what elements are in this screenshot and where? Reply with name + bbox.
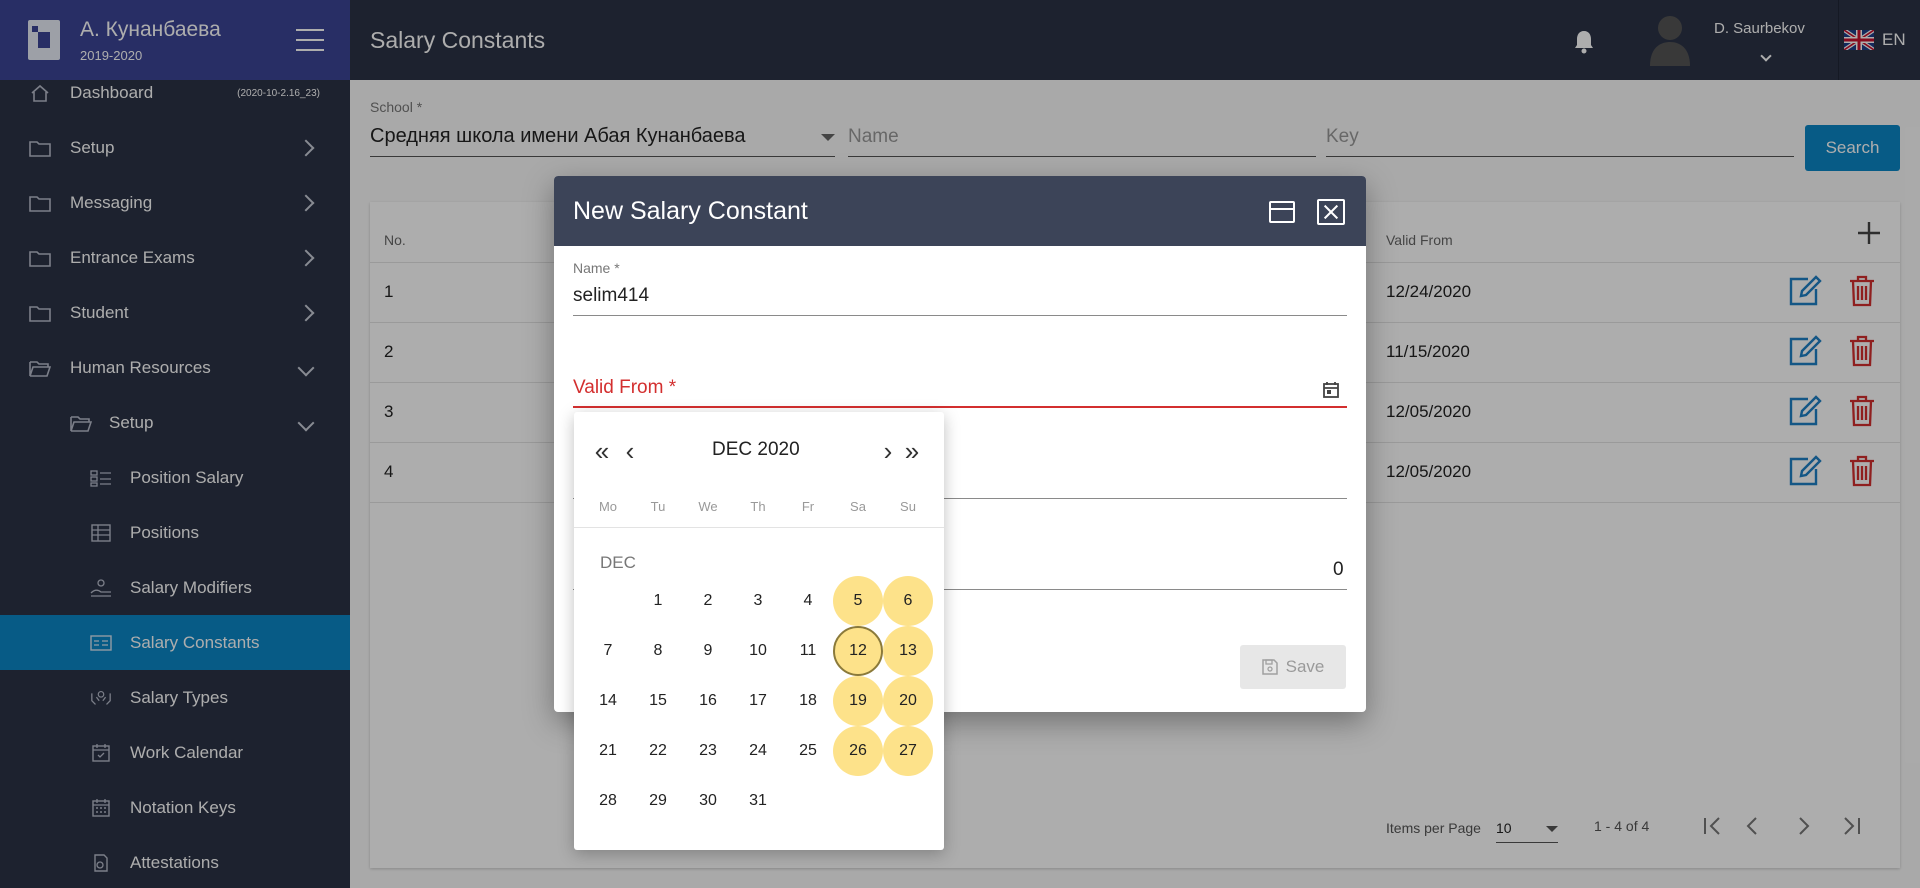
calendar-day[interactable]: 4: [783, 576, 833, 626]
dialog-header: New Salary Constant: [554, 176, 1366, 246]
weekday-label: We: [698, 499, 718, 514]
date-picker: « ‹ DEC 2020 › » Mo Tu We Th Fr Sa Su DE…: [574, 412, 944, 850]
calendar-day[interactable]: 5: [833, 576, 883, 626]
valid-from-underline: [573, 406, 1347, 408]
calendar-day[interactable]: 29: [633, 776, 683, 826]
prev-month-button[interactable]: ‹: [615, 436, 645, 466]
calendar-day[interactable]: 25: [783, 726, 833, 776]
calendar-day[interactable]: 18: [783, 676, 833, 726]
calendar-day[interactable]: 7: [583, 626, 633, 676]
name-field[interactable]: selim414: [573, 285, 649, 307]
calendar-day[interactable]: 24: [733, 726, 783, 776]
close-icon[interactable]: [1317, 199, 1345, 225]
calendar-day[interactable]: 15: [633, 676, 683, 726]
dialog-title: New Salary Constant: [573, 197, 808, 225]
calendar-day[interactable]: 20: [883, 676, 933, 726]
calendar-day[interactable]: 8: [633, 626, 683, 676]
calendar-day[interactable]: 17: [733, 676, 783, 726]
calendar-day[interactable]: 12: [833, 626, 883, 676]
name-underline: [573, 315, 1347, 316]
save-icon: [1261, 659, 1278, 675]
calendar-day[interactable]: 19: [833, 676, 883, 726]
calendar-day[interactable]: 6: [883, 576, 933, 626]
calendar-day[interactable]: 30: [683, 776, 733, 826]
weekday-label: Su: [900, 499, 916, 514]
calendar-day[interactable]: 16: [683, 676, 733, 726]
weekday-label: Mo: [598, 499, 618, 514]
calendar-day[interactable]: 9: [683, 626, 733, 676]
calendar-day[interactable]: 14: [583, 676, 633, 726]
calendar-day[interactable]: 27: [883, 726, 933, 776]
month-label: DEC: [600, 553, 636, 572]
calendar-divider: [574, 527, 944, 528]
calendar-day[interactable]: 1: [633, 576, 683, 626]
calendar-day[interactable]: 13: [883, 626, 933, 676]
valid-from-field[interactable]: Valid From *: [573, 377, 676, 399]
name-label: Name *: [573, 260, 620, 276]
calendar-day[interactable]: 10: [733, 626, 783, 676]
weekday-label: Fr: [801, 499, 815, 514]
next-year-button[interactable]: »: [897, 436, 927, 466]
save-label: Save: [1285, 657, 1325, 676]
calendar-day[interactable]: 3: [733, 576, 783, 626]
number-field[interactable]: 0: [1333, 559, 1344, 581]
weekday-label: Th: [750, 499, 766, 514]
calendar-day[interactable]: 21: [583, 726, 633, 776]
weekday-label: Tu: [650, 499, 666, 514]
calendar-day[interactable]: 28: [583, 776, 633, 826]
maximize-icon[interactable]: [1269, 201, 1295, 223]
month-year-label[interactable]: DEC 2020: [712, 439, 800, 461]
prev-year-button[interactable]: «: [587, 436, 617, 466]
save-button: Save: [1240, 645, 1346, 689]
calendar-day[interactable]: 22: [633, 726, 683, 776]
calendar-day[interactable]: 23: [683, 726, 733, 776]
calendar-day[interactable]: 31: [733, 776, 783, 826]
calendar-icon[interactable]: [1322, 381, 1340, 399]
calendar-day[interactable]: 11: [783, 626, 833, 676]
weekday-label: Sa: [850, 499, 866, 514]
calendar-day[interactable]: 2: [683, 576, 733, 626]
calendar-day[interactable]: 26: [833, 726, 883, 776]
